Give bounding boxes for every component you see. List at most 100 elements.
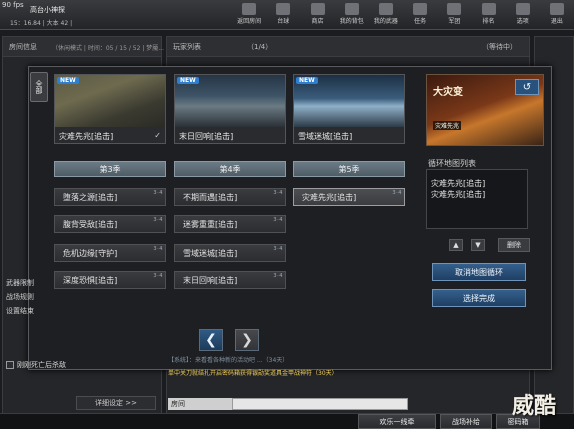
nav-label: 军团 [448,18,461,25]
option-checkbox[interactable] [6,361,14,369]
featured-map-card[interactable]: NEW 末日回响[追击] [174,74,286,144]
arrow-up-icon: ▲ [453,241,459,249]
nav-label: 返回房间 [237,18,262,25]
map-item-label: 灾难先兆[追击] [302,192,357,202]
player-list-title: 玩家列表 [173,42,201,51]
exit-icon [549,3,564,15]
chevron-left-icon: ❮ [205,332,217,348]
featured-map-card[interactable]: NEW 灾难先兆[追击] ✓ [54,74,166,144]
map-item-label: 危机边缘[守护] [63,248,118,258]
option-row[interactable]: 刚刚死亡后杀敌 [6,360,96,370]
map-list-item[interactable]: 腹背受敌[追击] 3 · 4 [54,215,166,233]
map-list-item[interactable]: 堕落之源[追击] 3 · 4 [54,188,166,206]
nav-shop[interactable]: 商店 [300,2,334,28]
nav-label: 选项 [516,18,529,25]
setting-end-label: 设置结束 [6,307,34,315]
map-list-item[interactable]: 末日回响[追击] 3 · 4 [174,271,286,289]
cancel-cycle-button[interactable]: 取消地图循环 [432,263,526,281]
map-list-item[interactable]: 雪域迷城[追击] 3 · 4 [174,244,286,262]
delete-button[interactable]: 删除 [498,238,530,252]
tab-all[interactable]: 全部 [30,72,48,102]
prev-page-button[interactable]: ❮ [199,329,223,351]
move-up-button[interactable]: ▲ [449,239,463,251]
detail-settings-button[interactable]: 详细设定 >> [76,396,156,410]
next-page-button[interactable]: ❯ [235,329,259,351]
player-rank: 15：16.84 | 大本 42 | [10,20,73,27]
top-bar: 90 fps 高台小神探 15：16.84 | 大本 42 | 返回房间 台球 … [0,0,574,30]
lobby-label: 欢乐一线牵 [379,417,415,426]
shop-icon [310,3,325,15]
nav-label: 台球 [277,18,290,25]
legion-icon [447,3,462,15]
player-name: 高台小神探 [30,6,65,14]
delete-label: 删除 [507,241,521,249]
map-item-label: 腹背受敌[追击] [63,219,118,229]
war-supply-label: 战场补给 [452,417,480,426]
chat-channel-label: 房间 [171,400,185,408]
chat-channel-select[interactable]: 房间 [168,398,232,410]
main-nav: 返回房间 台球 商店 我的背包 我的武器 任务 军团 排名 选项 退出 [232,2,574,28]
options-icon [515,3,530,15]
room-status: （等待中） [482,42,517,51]
player-count-mark: 3 · 4 [273,246,282,252]
nav-label: 退出 [550,18,563,25]
room-subtitle: （休闲模式 | 时间：05 / 15 / 52 | 梦魇... [52,45,164,52]
chat-message: 单中关刀就结扎开启密码箱获得银勋奖道具金甲战神符（30天） [168,370,338,377]
nav-bag[interactable]: 我的背包 [335,2,369,28]
player-count-mark: 3 · 4 [273,190,282,196]
move-down-button[interactable]: ▼ [471,239,485,251]
map-list-item-selected[interactable]: 灾难先兆[追击] 3 · 4 [293,188,405,206]
nav-label: 商店 [311,18,324,25]
weapon-icon [378,3,393,15]
featured-mode-banner: 大灾变 灾难先兆 ↺ [426,74,544,146]
cycle-list-label: 循环地图列表 [428,159,476,168]
new-badge: NEW [177,77,199,84]
nav-legion[interactable]: 军团 [437,2,471,28]
rank-icon [481,3,496,15]
player-count: （1/4） [247,42,273,51]
player-count-mark: 3 · 4 [153,190,162,196]
season-header[interactable]: 第4季 [174,161,286,177]
player-count-mark: 3 · 4 [153,246,162,252]
player-info: 高台小神探 15：16.84 | 大本 42 | [4,5,164,27]
nav-rank[interactable]: 排名 [471,2,505,28]
featured-mode-label: 灾难先兆 [433,121,462,130]
cycle-list-item[interactable]: 灾难先兆[追击] [431,178,523,189]
season-header[interactable]: 第3季 [54,161,166,177]
season-header[interactable]: 第5季 [293,161,405,177]
nav-label: 我的武器 [373,18,398,25]
weapon-limit-label: 武器限制 [6,279,34,287]
nav-options[interactable]: 选项 [506,2,540,28]
war-supply-button[interactable]: 战场补给 [440,414,492,429]
map-list-item[interactable]: 危机边缘[守护] 3 · 4 [54,244,166,262]
confirm-selection-button[interactable]: 选择完成 [432,289,526,307]
nav-label: 排名 [482,18,495,25]
chat-input[interactable] [232,398,408,410]
cycle-map-list[interactable]: 灾难先兆[追击] 灾难先兆[追击] [426,169,528,229]
player-list-header: 玩家列表 （1/4） （等待中） [167,37,529,57]
featured-map-card[interactable]: NEW 雪域迷城[追击] [293,74,405,144]
new-badge: NEW [296,77,318,84]
lobby-button[interactable]: 欢乐一线牵 [358,414,436,429]
nav-weapons[interactable]: 我的武器 [369,2,403,28]
nav-exit[interactable]: 退出 [540,2,574,28]
featured-title: 大灾变 [433,87,463,98]
map-item-label: 雪域迷城[追击] [183,248,238,258]
nav-return-room[interactable]: 返回房间 [232,2,266,28]
confirm-label: 选择完成 [463,293,495,303]
cancel-cycle-label: 取消地图循环 [455,267,503,277]
room-settings-labels: 武器限制 战场规则 设置结束 [6,276,82,318]
player-count-mark: 3 · 4 [153,273,162,279]
map-name: 雪域迷城[追击] [298,132,353,141]
season-title: 第5季 [338,164,360,174]
map-list-item[interactable]: 迷雾重重[追击] 3 · 4 [174,215,286,233]
nav-tasks[interactable]: 任务 [403,2,437,28]
room-icon [242,3,257,15]
refresh-button[interactable]: ↺ [515,79,539,95]
map-list-item[interactable]: 不期而遇[追击] 3 · 4 [174,188,286,206]
nav-label: 我的背包 [339,18,364,25]
cycle-list-item[interactable]: 灾难先兆[追击] [431,189,523,200]
map-name: 灾难先兆[追击] [59,132,114,141]
nav-billiards[interactable]: 台球 [266,2,300,28]
billiards-icon [276,3,291,15]
